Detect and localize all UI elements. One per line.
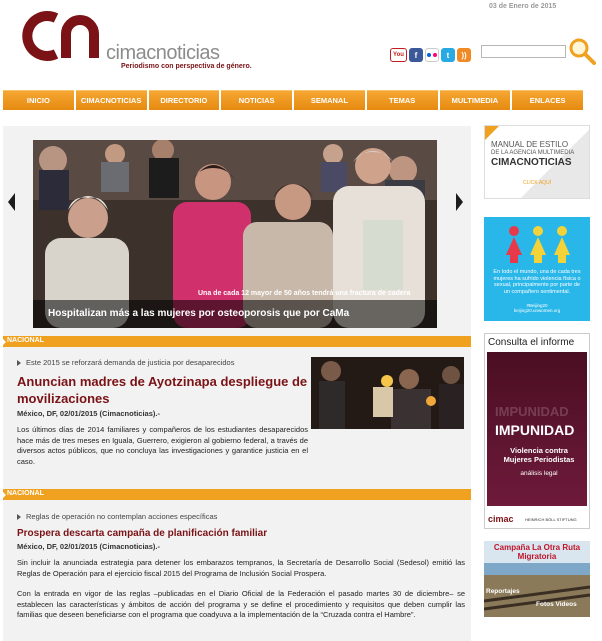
facebook-icon[interactable]: f (409, 48, 423, 62)
ad1-line3: CIMACNOTICIAS (491, 157, 572, 168)
ad2-text: En todo el mundo, una de cada tres mujer… (493, 269, 581, 295)
nav-item-temas[interactable]: TEMAS (366, 90, 438, 110)
article-headline-2[interactable]: Prospera descarta campaña de planificaci… (17, 528, 267, 539)
section-label-2[interactable]: NACIONAL (7, 490, 44, 497)
section-bar-nacional-2: NACIONAL (3, 489, 471, 500)
article-thumbnail[interactable] (311, 357, 464, 429)
nav-item-noticias[interactable]: NOTICIAS (221, 90, 292, 110)
article-headline[interactable]: Anuncian madres de Ayotzinapa despliegue… (17, 373, 317, 407)
article-dateline: México, DF, 02/01/2015 (Cimacnoticias).- (17, 409, 160, 418)
logo-tagline: Periodismo con perspectiva de género. (121, 63, 252, 70)
ad-manual-de-estilo[interactable]: MANUAL DE ESTILO DE LA AGENCIA MULTIMEDI… (484, 125, 590, 199)
slider-prev-arrow-icon[interactable] (8, 193, 15, 211)
twitter-icon[interactable]: t (441, 48, 455, 62)
ad3-cover-bg-text: IMPUNIDAD (495, 404, 569, 419)
article-body-2: Con la entrada en vigor de las reglas –p… (17, 589, 465, 619)
main-navigation: INICIO CIMACNOTICIAS DIRECTORIO NOTICIAS… (3, 90, 583, 110)
ad-informe-impunidad[interactable]: Consulta el informe IMPUNIDAD IMPUNIDAD … (484, 333, 590, 529)
nav-item-semanal[interactable]: SEMANAL (294, 90, 365, 110)
article-dateline-2: México, DF, 02/01/2015 (Cimacnoticias).- (17, 542, 160, 551)
nav-item-directorio[interactable]: DIRECTORIO (148, 90, 220, 110)
search-icon[interactable] (568, 37, 596, 65)
ad4-title: Campaña La Otra Ruta Migratoria (493, 543, 581, 561)
nav-item-enlaces[interactable]: ENLACES (512, 90, 583, 110)
boell-logo-small: HEINRICH BÖLL STIFTUNG (525, 517, 577, 522)
search-input[interactable] (481, 45, 566, 58)
article-summary-2: Sin incluir la anunciada estrategia para… (17, 558, 465, 578)
section-bar-nacional: NACIONAL (3, 336, 471, 347)
logo-wordmark[interactable]: cimacnoticias (106, 42, 220, 65)
slider-next-arrow-icon[interactable] (456, 193, 463, 211)
ad3-cover-title: IMPUNIDAD (495, 422, 575, 438)
ad1-line2: DE LA AGENCIA MULTIMEDIA (491, 150, 575, 156)
slider-subcaption: Una de cada 12 mayor de 50 años tendrá u… (198, 290, 411, 297)
cimac-logo-mark[interactable] (18, 8, 100, 64)
nav-item-inicio[interactable]: INICIO (3, 90, 74, 110)
ad-beijing20[interactable]: En todo el mundo, una de cada tres mujer… (484, 211, 590, 321)
cimac-logo-small: cimac (488, 514, 514, 524)
ad4-left-label[interactable]: Reportajes (486, 588, 520, 595)
ad1-cta[interactable]: CLICK AQUÍ (523, 180, 551, 186)
slider-title[interactable]: Hospitalizan más a las mujeres por osteo… (48, 308, 349, 319)
ad3-subtitle: Violencia contra Mujeres Periodistas (503, 446, 575, 464)
date-label: 03 de Enero de 2015 (489, 3, 557, 10)
article-kicker: Este 2015 se reforzará demanda de justic… (17, 358, 234, 367)
ad1-line1: MANUAL DE ESTILO (491, 140, 569, 149)
ad3-sub2: análisis legal (520, 470, 558, 477)
ad2-tags: #Beijing20 beijing20.unwomen.org (513, 303, 561, 313)
article-summary: Los últimos días de 2014 familiares y co… (17, 425, 308, 466)
rss-icon[interactable]: )) (457, 48, 471, 62)
youtube-icon[interactable]: You (390, 48, 407, 62)
nav-item-multimedia[interactable]: MULTIMEDIA (439, 90, 511, 110)
social-links: You f t )) (390, 48, 471, 62)
ad4-right-label[interactable]: Fotos Videos (536, 601, 577, 608)
nav-item-cimacnoticias[interactable]: CIMACNOTICIAS (75, 90, 147, 110)
article-kicker-2: Reglas de operación no contemplan accion… (17, 512, 217, 521)
ad3-heading: Consulta el informe (488, 337, 575, 348)
section-label[interactable]: NACIONAL (7, 337, 44, 344)
flickr-icon[interactable] (425, 48, 439, 62)
ad-la-otra-ruta[interactable]: Campaña La Otra Ruta Migratoria Reportaj… (484, 541, 590, 617)
